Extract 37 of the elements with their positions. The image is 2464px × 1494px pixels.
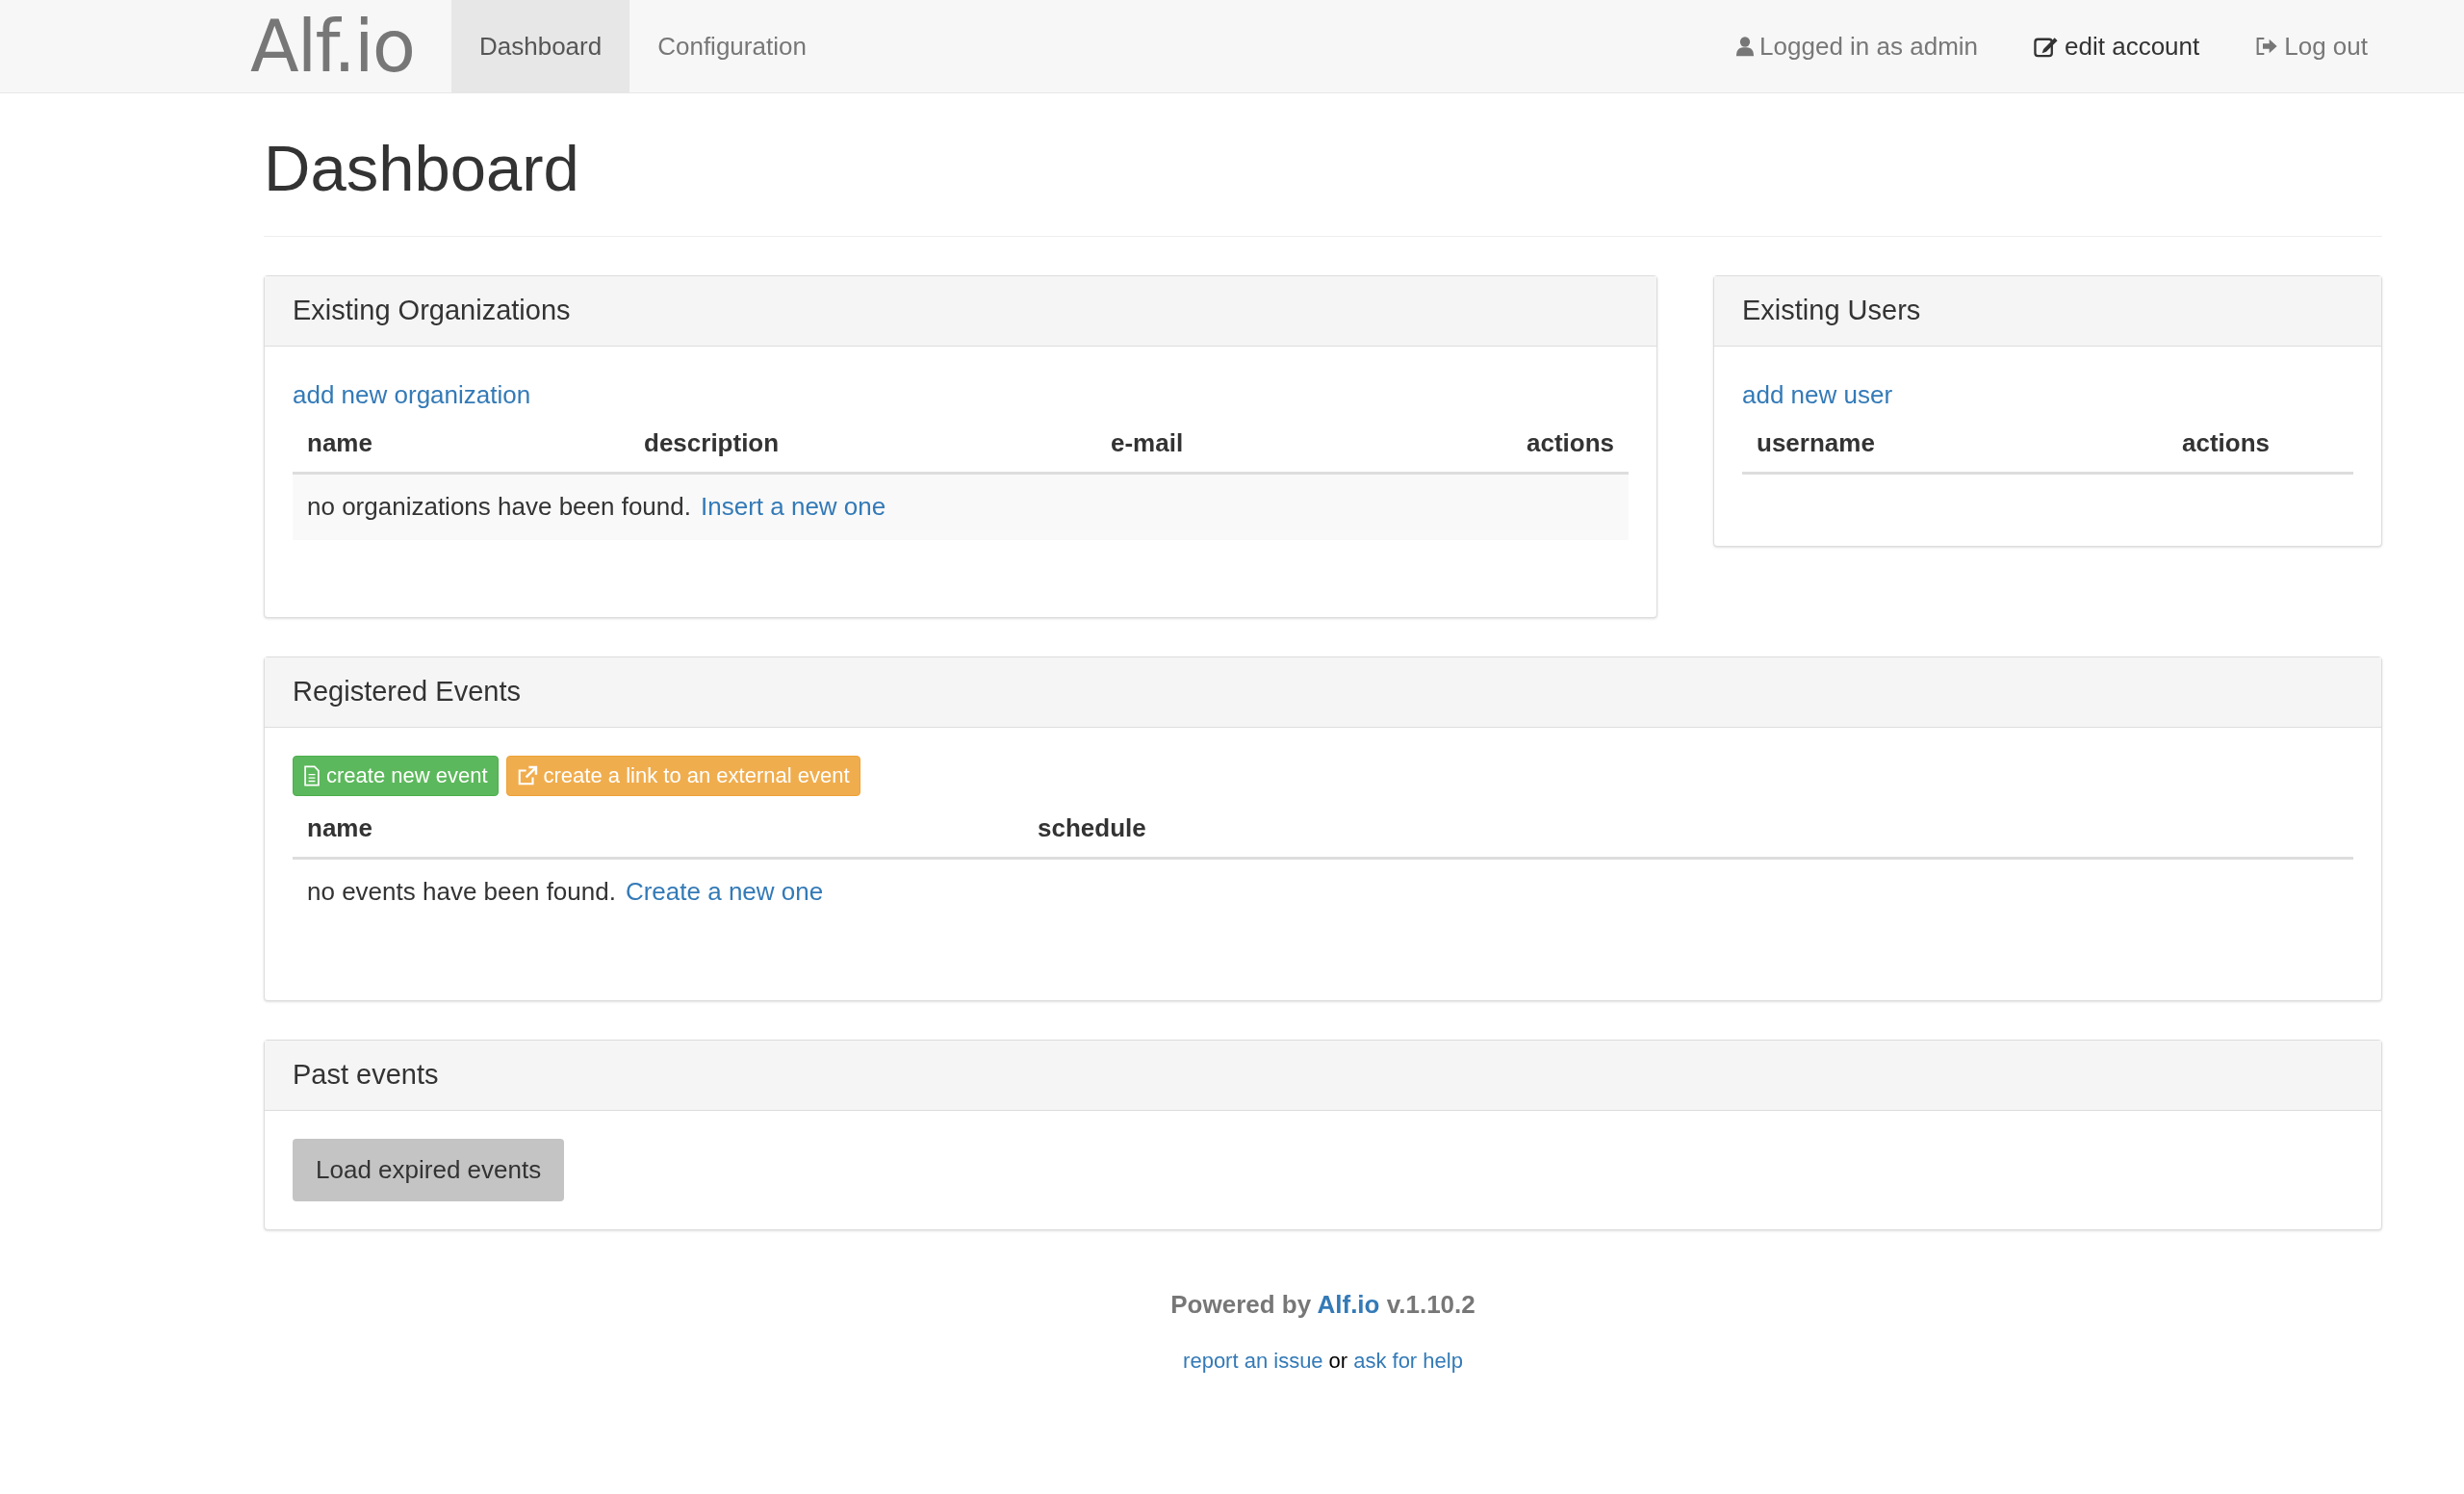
- edit-link[interactable]: edit account: [2034, 27, 2200, 65]
- page-title: Dashboard: [264, 128, 2382, 237]
- nav-tab[interactable]: Configuration: [629, 0, 834, 92]
- column-header: actions: [1525, 426, 1615, 459]
- logo[interactable]: Alf.io: [250, 0, 451, 92]
- column-header: name: [306, 811, 373, 844]
- column-header: e-mail: [1110, 426, 1185, 459]
- add-organization-link[interactable]: add new organization: [293, 374, 1629, 415]
- column-header: name: [306, 426, 373, 459]
- column-header: schedule: [1037, 811, 1147, 844]
- alfio-link[interactable]: Alf.io: [1317, 1289, 1380, 1319]
- create-link[interactable]: Create a new one: [625, 873, 824, 912]
- nav-tab[interactable]: Dashboard: [451, 0, 630, 92]
- empty-message: no events have been found.: [307, 876, 616, 909]
- panel-title: Existing Organizations: [293, 294, 571, 327]
- insert-link[interactable]: Insert a new one: [701, 488, 886, 527]
- panel-title: Existing Users: [1742, 294, 1921, 327]
- logged-in-status-text: Logged in as admin: [1736, 27, 1979, 65]
- panel-title: Past events: [293, 1058, 439, 1092]
- logout-icon: [2255, 36, 2279, 57]
- document-icon: [303, 764, 321, 786]
- panel-title: Registered Events: [293, 675, 521, 708]
- external-link-icon: [516, 764, 538, 786]
- powered-by-text: Powered by Alf.io v.1.10.2: [1170, 1288, 1476, 1321]
- logout-link[interactable]: Log out: [2255, 27, 2368, 65]
- report-issue-link[interactable]: report an issue: [1183, 1348, 1323, 1373]
- load-expired-button[interactable]: Load expired events: [293, 1138, 565, 1201]
- column-header: username: [1756, 426, 1876, 459]
- user-icon: [1736, 36, 1755, 57]
- column-header: actions: [2181, 426, 2272, 459]
- empty-message: no organizations have been found.: [307, 491, 691, 524]
- help-link[interactable]: ask for help: [1353, 1348, 1463, 1373]
- create-event-button[interactable]: create new event: [293, 755, 499, 796]
- or-text: or: [1328, 1348, 1348, 1373]
- add-user-link[interactable]: add new user: [1742, 374, 2353, 415]
- edit-icon: [2034, 35, 2060, 58]
- column-header: description: [643, 426, 781, 459]
